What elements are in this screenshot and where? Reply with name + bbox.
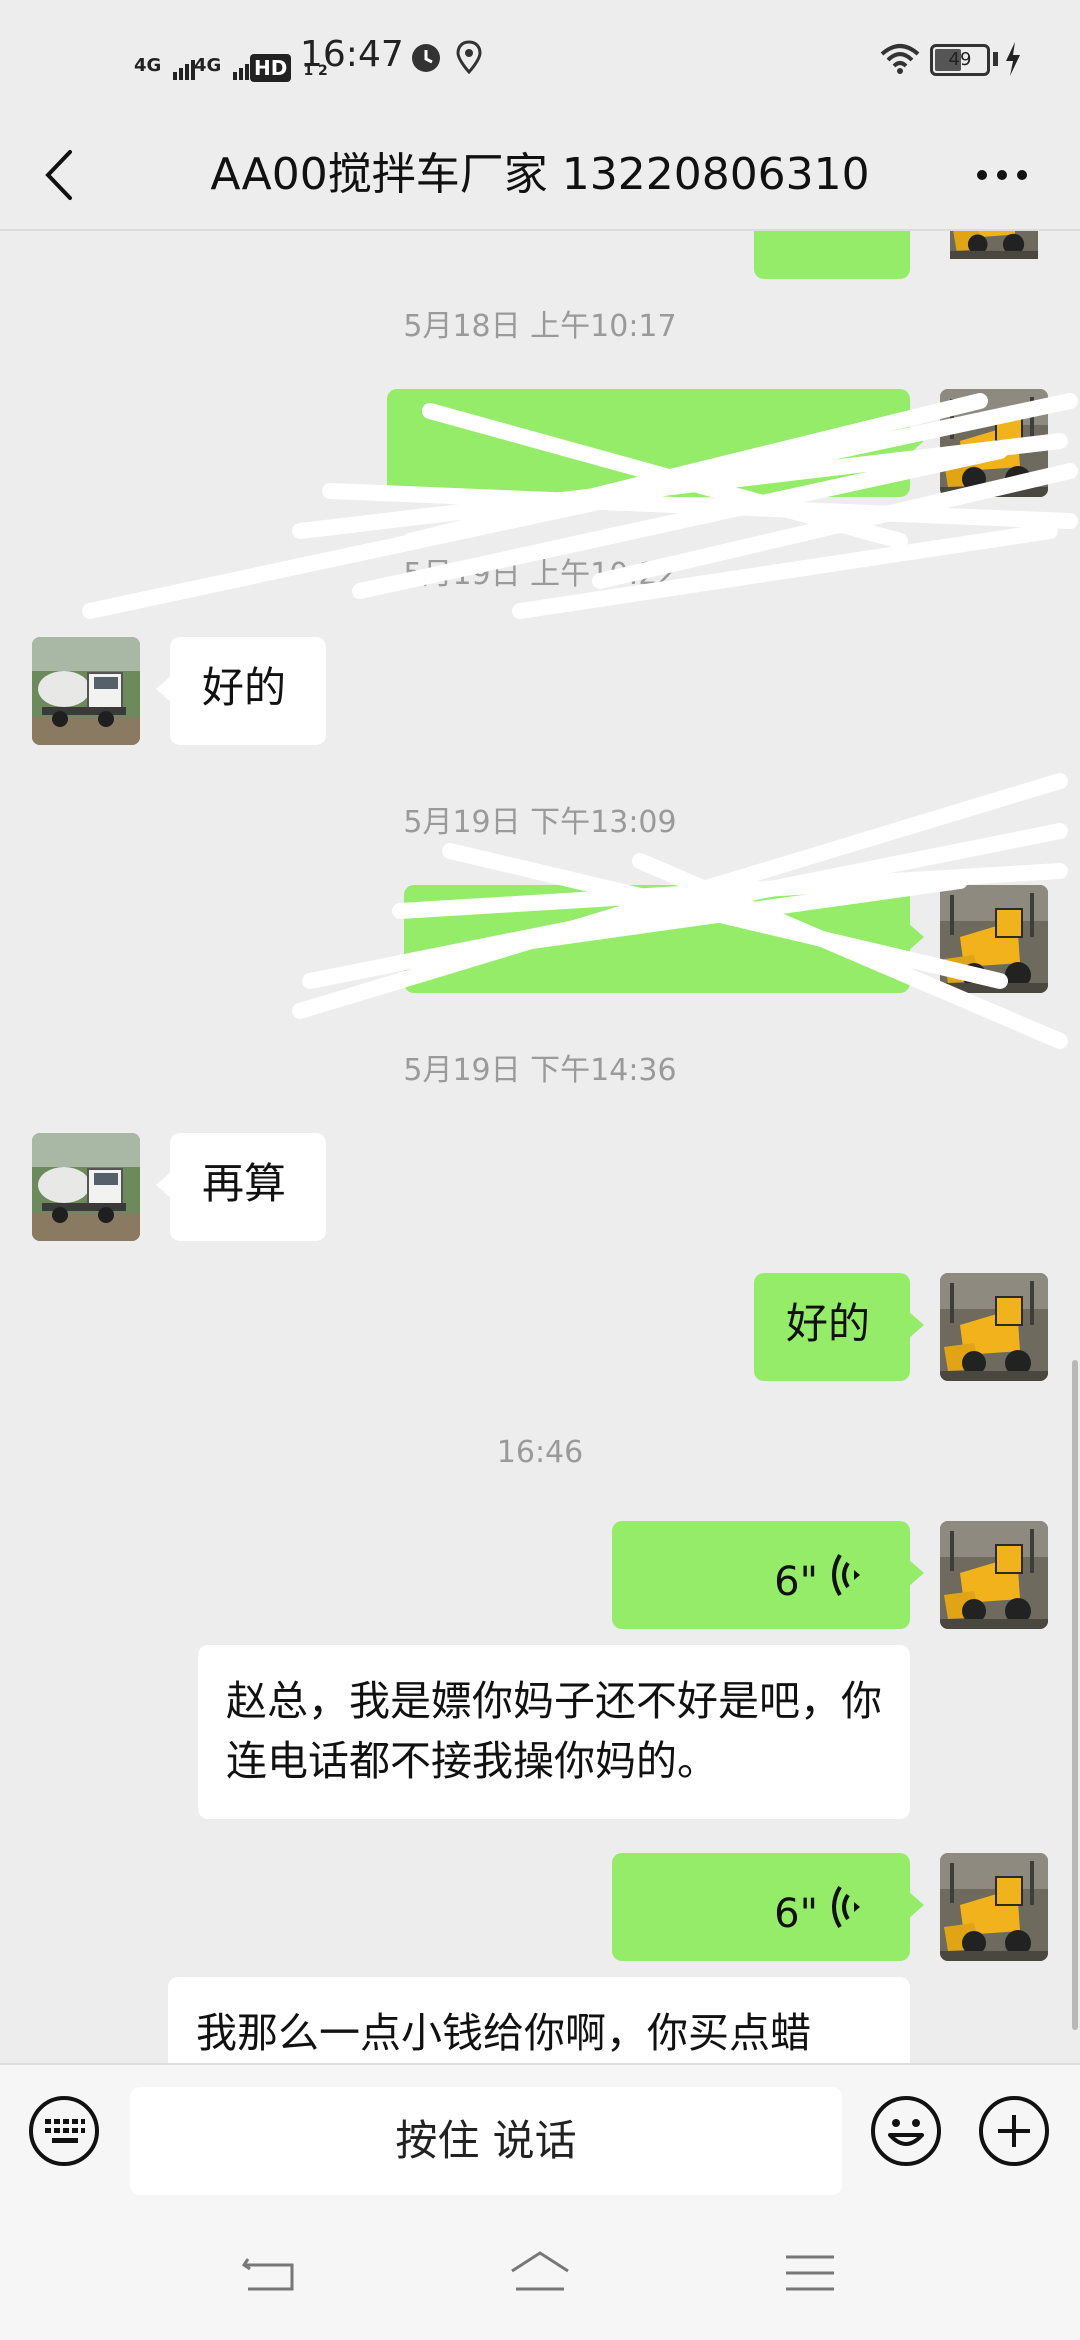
- voice-duration: 6": [774, 1559, 818, 1605]
- redaction-scribble: [82, 393, 1078, 619]
- redaction-scribble: [292, 773, 1068, 1049]
- signal-icon: 4G: [134, 36, 199, 80]
- contact-avatar[interactable]: [32, 1133, 140, 1241]
- wifi-icon: [880, 42, 920, 78]
- battery-level: 49: [948, 49, 972, 70]
- location-icon: [456, 40, 482, 78]
- scrollbar[interactable]: [1072, 1360, 1078, 2030]
- voice-transcript: 我那么一点小钱给你啊，你买点蜡: [168, 1977, 910, 2063]
- voice-message-bubble[interactable]: 6": [612, 1521, 924, 1629]
- message-bubble-sent[interactable]: 好的: [754, 1273, 924, 1381]
- plus-icon[interactable]: [978, 2095, 1050, 2167]
- chat-header: AA00搅拌车厂家 13220806310: [0, 120, 1080, 230]
- system-nav-bar: [0, 2203, 1080, 2340]
- timestamp: 16:46: [496, 1435, 584, 1470]
- nav-home-icon[interactable]: [510, 2249, 570, 2299]
- battery-icon: 49: [930, 44, 990, 76]
- more-icon[interactable]: [970, 150, 1040, 200]
- message-text: 好的: [202, 663, 287, 712]
- timestamp: 5月19日 下午14:36: [403, 1053, 677, 1088]
- transcript-text: 我那么一点小钱给你啊，你买点蜡: [196, 2009, 811, 2057]
- clock-app-icon: [410, 42, 442, 78]
- nav-back-icon[interactable]: [240, 2249, 300, 2299]
- status-time: 16:47: [300, 34, 404, 75]
- self-avatar[interactable]: [940, 1273, 1048, 1381]
- message-bubble-received[interactable]: 再算: [156, 1133, 326, 1241]
- voice-wave-icon: [832, 1553, 860, 1597]
- nav-menu-icon[interactable]: [780, 2249, 840, 2299]
- message-text: 再算: [202, 1159, 287, 1208]
- network-label-2: 4G: [194, 55, 222, 76]
- chat-title: AA00搅拌车厂家 13220806310: [210, 149, 870, 200]
- self-avatar[interactable]: [940, 1853, 1048, 1961]
- self-avatar-partial[interactable]: [940, 231, 1048, 279]
- emoji-icon[interactable]: [870, 2095, 942, 2167]
- input-bar: 按住 说话: [0, 2063, 1080, 2203]
- voice-duration: 6": [774, 1891, 818, 1937]
- contact-avatar[interactable]: [32, 637, 140, 745]
- hold-to-talk-button[interactable]: 按住 说话: [130, 2087, 842, 2195]
- transcript-text: 赵总，我是嫖你妈子还不好是吧，你连电话都不接我操你妈的。: [226, 1677, 882, 1785]
- keyboard-icon[interactable]: [28, 2095, 100, 2167]
- voice-transcript: 赵总，我是嫖你妈子还不好是吧，你连电话都不接我操你妈的。: [198, 1645, 910, 1819]
- message-text: 好的: [786, 1299, 871, 1348]
- voice-wave-icon: [832, 1885, 860, 1929]
- message-bubble-sent-partial[interactable]: [754, 231, 910, 279]
- self-avatar[interactable]: [940, 1521, 1048, 1629]
- network-label-1: 4G: [134, 55, 162, 76]
- charging-icon: [1004, 42, 1022, 80]
- status-bar: 4G 4G HD 1 2 16:47 49: [0, 0, 1080, 120]
- message-list[interactable]: 5月18日 上午10:17 5月19日 上午10:22 好的 5月19日 下午1…: [0, 231, 1080, 2063]
- message-bubble-received[interactable]: 好的: [156, 637, 326, 745]
- battery-nub: [993, 52, 998, 66]
- hd-badge: HD: [250, 54, 292, 82]
- voice-message-bubble[interactable]: 6": [612, 1853, 924, 1961]
